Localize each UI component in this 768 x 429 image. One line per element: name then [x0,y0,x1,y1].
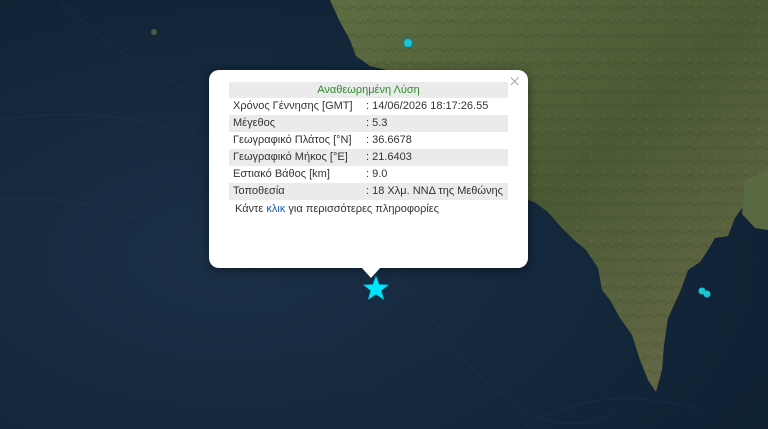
table-row: Μέγεθος : 5.3 [229,115,508,132]
row-label: Χρόνος Γέννησης [GMT] [233,100,353,112]
more-suffix: για περισσότερες πληροφορίες [285,203,439,215]
row-label: Τοποθεσία [229,183,362,200]
info-table: Χρόνος Γέννησης [GMT] : 14/06/2026 18:17… [229,98,508,200]
row-value: : 5.3 [362,115,508,132]
islet [151,29,157,35]
row-value: : 36.6678 [366,134,412,146]
table-row: Εστιακό Βάθος [km] : 9.0 [229,166,508,183]
row-value: : 14/06/2026 18:17:26.55 [366,100,489,112]
popup-pointer [361,267,381,278]
table-row: Γεωγραφικό Πλάτος [°N] : 36.6678 [229,132,508,149]
row-value: : 9.0 [366,168,388,180]
row-label: Γεωγραφικό Μήκος [°E] [229,149,362,166]
table-row: Γεωγραφικό Μήκος [°E] : 21.6403 [229,149,508,166]
row-label: Μέγεθος [229,115,362,132]
event-marker[interactable] [403,38,413,48]
row-label: Εστιακό Βάθος [km] [233,168,330,180]
row-value: : 21.6403 [362,149,508,166]
close-icon[interactable]: × [508,73,521,89]
event-marker[interactable] [703,290,711,298]
earthquake-info-popup: × Αναθεωρημένη Λύση Χρόνος Γέννησης [GMT… [209,70,528,278]
more-info-link[interactable]: κλικ [266,203,285,215]
more-prefix: Κάντε [235,203,267,215]
popup-title: Αναθεωρημένη Λύση [229,82,508,98]
row-value: : 18 Χλμ. ΝΝΔ της Μεθώνης [362,183,508,200]
table-row: Τοποθεσία : 18 Χλμ. ΝΝΔ της Μεθώνης [229,183,508,200]
more-info-text: Κάντε κλικ για περισσότερες πληροφορίες [229,200,508,218]
table-row: Χρόνος Γέννησης [GMT] : 14/06/2026 18:17… [229,98,508,115]
row-label: Γεωγραφικό Πλάτος [°N] [233,134,352,146]
